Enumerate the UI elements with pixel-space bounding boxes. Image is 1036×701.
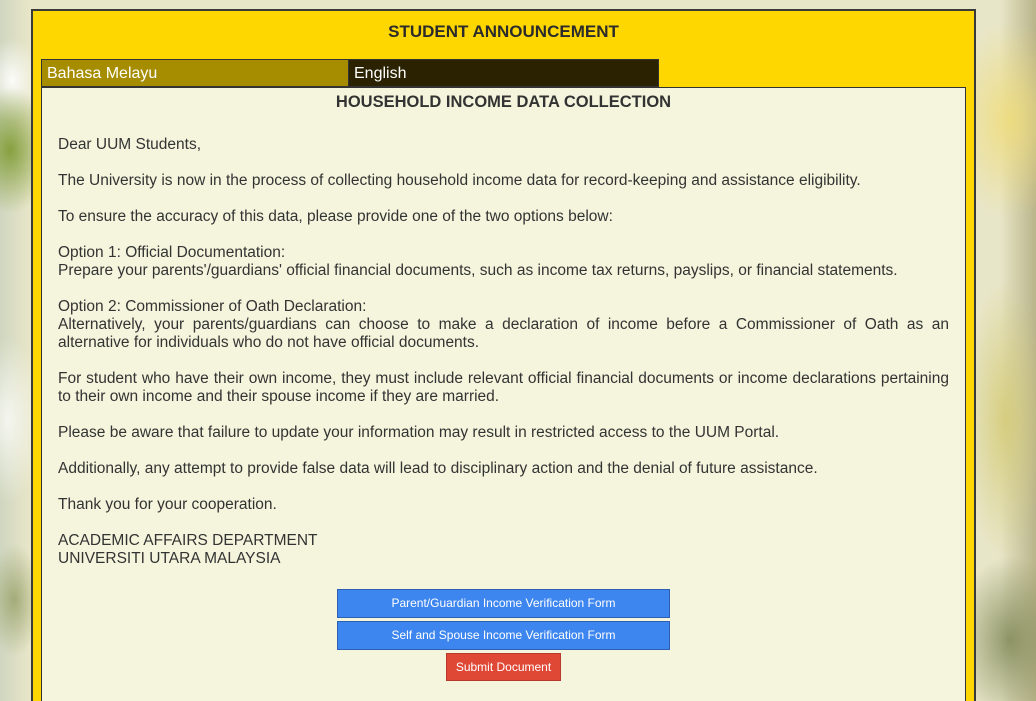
tab-bahasa-melayu[interactable]: Bahasa Melayu — [41, 59, 349, 87]
tab-english[interactable]: English — [349, 59, 659, 87]
option-2-title: Option 2: Commissioner of Oath Declarati… — [58, 298, 367, 315]
signature-university: UNIVERSITI UTARA MALAYSIA — [58, 550, 281, 567]
thanks-text: Thank you for your cooperation. — [58, 496, 277, 513]
option-1: Option 1: Official Documentation: Prepar… — [58, 244, 949, 280]
announcement-panel: HOUSEHOLD INCOME DATA COLLECTION Dear UU… — [41, 87, 966, 701]
option-1-title: Option 1: Official Documentation: — [58, 244, 286, 261]
signature: ACADEMIC AFFAIRS DEPARTMENT UNIVERSITI U… — [58, 532, 949, 568]
false-data-text: Additionally, any attempt to provide fal… — [58, 460, 818, 477]
own-income-text: For student who have their own income, t… — [58, 370, 949, 405]
option-1-text: Prepare your parents'/guardians' officia… — [58, 262, 898, 279]
option-2: Option 2: Commissioner of Oath Declarati… — [58, 298, 949, 352]
submit-document-button[interactable]: Submit Document — [446, 653, 561, 681]
self-spouse-form-button[interactable]: Self and Spouse Income Verification Form — [337, 621, 670, 650]
banner-title: STUDENT ANNOUNCEMENT — [388, 22, 619, 41]
signature-department: ACADEMIC AFFAIRS DEPARTMENT — [58, 532, 318, 549]
greeting: Dear UUM Students, — [58, 136, 201, 153]
panel-title: HOUSEHOLD INCOME DATA COLLECTION — [335, 93, 672, 111]
parent-guardian-form-button[interactable]: Parent/Guardian Income Verification Form — [337, 589, 670, 618]
announcement-frame: STUDENT ANNOUNCEMENT Bahasa Melayu Engli… — [31, 9, 976, 701]
intro-text: The University is now in the process of … — [58, 172, 861, 189]
announcement-body: Dear UUM Students, The University is now… — [58, 136, 949, 586]
instruction-text: To ensure the accuracy of this data, ple… — [58, 208, 613, 225]
option-2-text: Alternatively, your parents/guardians ca… — [58, 316, 949, 351]
language-tabs: Bahasa Melayu English — [41, 59, 659, 87]
warning-text: Please be aware that failure to update y… — [58, 424, 780, 441]
